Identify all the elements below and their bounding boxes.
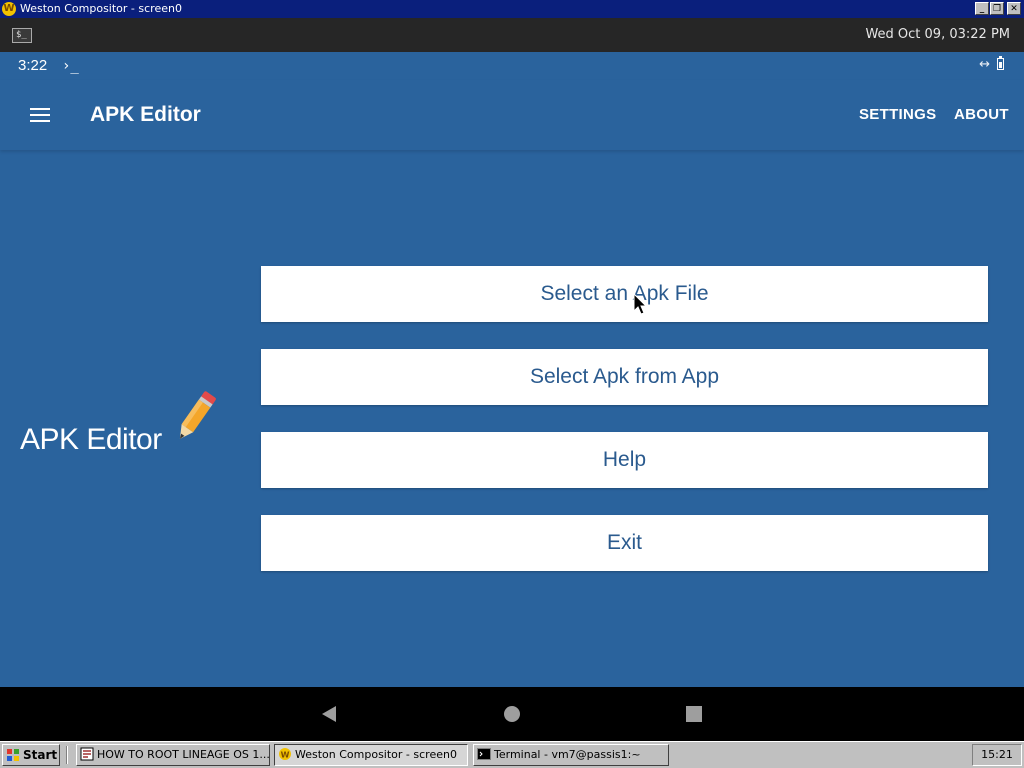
help-button[interactable]: Help bbox=[261, 432, 988, 488]
windows-logo-icon bbox=[7, 749, 19, 761]
app-toolbar: APK Editor SETTINGS ABOUT bbox=[0, 80, 1024, 150]
recents-icon[interactable] bbox=[681, 701, 707, 727]
home-icon[interactable] bbox=[499, 701, 525, 727]
taskbar-clock: 15:21 bbox=[972, 744, 1022, 766]
status-time: 3:22 bbox=[18, 57, 48, 74]
terminal-glyph: $_ bbox=[16, 30, 27, 40]
weston-clock: Wed Oct 09, 03:22 PM bbox=[865, 27, 1010, 42]
hamburger-menu-icon[interactable] bbox=[24, 100, 56, 130]
about-button[interactable]: ABOUT bbox=[954, 106, 1009, 124]
task-label: Terminal - vm7@passis1:~ bbox=[494, 748, 641, 761]
android-navigation-bar bbox=[0, 687, 1024, 741]
apk-editor-logo: APK Editor bbox=[20, 385, 220, 465]
weston-app-icon: W bbox=[2, 2, 16, 16]
taskbar-task-weston[interactable]: W Weston Compositor - screen0 bbox=[274, 744, 468, 766]
taskbar-task-browser[interactable]: HOW TO ROOT LINEAGE OS 1... bbox=[76, 744, 270, 766]
battery-icon bbox=[997, 56, 1004, 70]
weston-icon: W bbox=[279, 748, 291, 760]
start-label: Start bbox=[23, 748, 58, 762]
task-label: Weston Compositor - screen0 bbox=[295, 748, 457, 761]
terminal-icon bbox=[477, 748, 491, 760]
android-status-bar: 3:22 ›_ ↔ bbox=[0, 52, 1024, 80]
settings-button[interactable]: SETTINGS bbox=[859, 106, 936, 124]
taskbar: Start HOW TO ROOT LINEAGE OS 1... W West… bbox=[0, 741, 1024, 768]
app-title: APK Editor bbox=[90, 103, 201, 126]
terminal-notification-icon: ›_ bbox=[62, 58, 79, 74]
logo-text: APK Editor bbox=[20, 423, 162, 456]
web-page-icon bbox=[80, 747, 94, 761]
terminal-launcher-icon[interactable]: $_ bbox=[12, 28, 32, 43]
window-title-bar: W Weston Compositor - screen0 _ ❐ ✕ bbox=[0, 0, 1024, 18]
restore-button[interactable]: ❐ bbox=[990, 2, 1004, 15]
start-button[interactable]: Start bbox=[2, 744, 60, 766]
taskbar-task-terminal[interactable]: Terminal - vm7@passis1:~ bbox=[473, 744, 669, 766]
weston-panel: $_ Wed Oct 09, 03:22 PM bbox=[0, 18, 1024, 52]
close-button[interactable]: ✕ bbox=[1007, 2, 1021, 15]
minimize-button[interactable]: _ bbox=[975, 2, 989, 15]
pencil-icon bbox=[179, 391, 216, 439]
select-apk-file-button[interactable]: Select an Apk File bbox=[261, 266, 988, 322]
network-icon: ↔ bbox=[979, 57, 990, 72]
taskbar-separator bbox=[66, 746, 68, 764]
svg-text:W: W bbox=[281, 751, 290, 760]
task-label: HOW TO ROOT LINEAGE OS 1... bbox=[97, 748, 270, 761]
back-icon[interactable] bbox=[316, 701, 342, 727]
exit-button[interactable]: Exit bbox=[261, 515, 988, 571]
select-apk-from-app-button[interactable]: Select Apk from App bbox=[261, 349, 988, 405]
window-title: Weston Compositor - screen0 bbox=[20, 2, 182, 15]
mouse-cursor-icon bbox=[633, 293, 648, 315]
